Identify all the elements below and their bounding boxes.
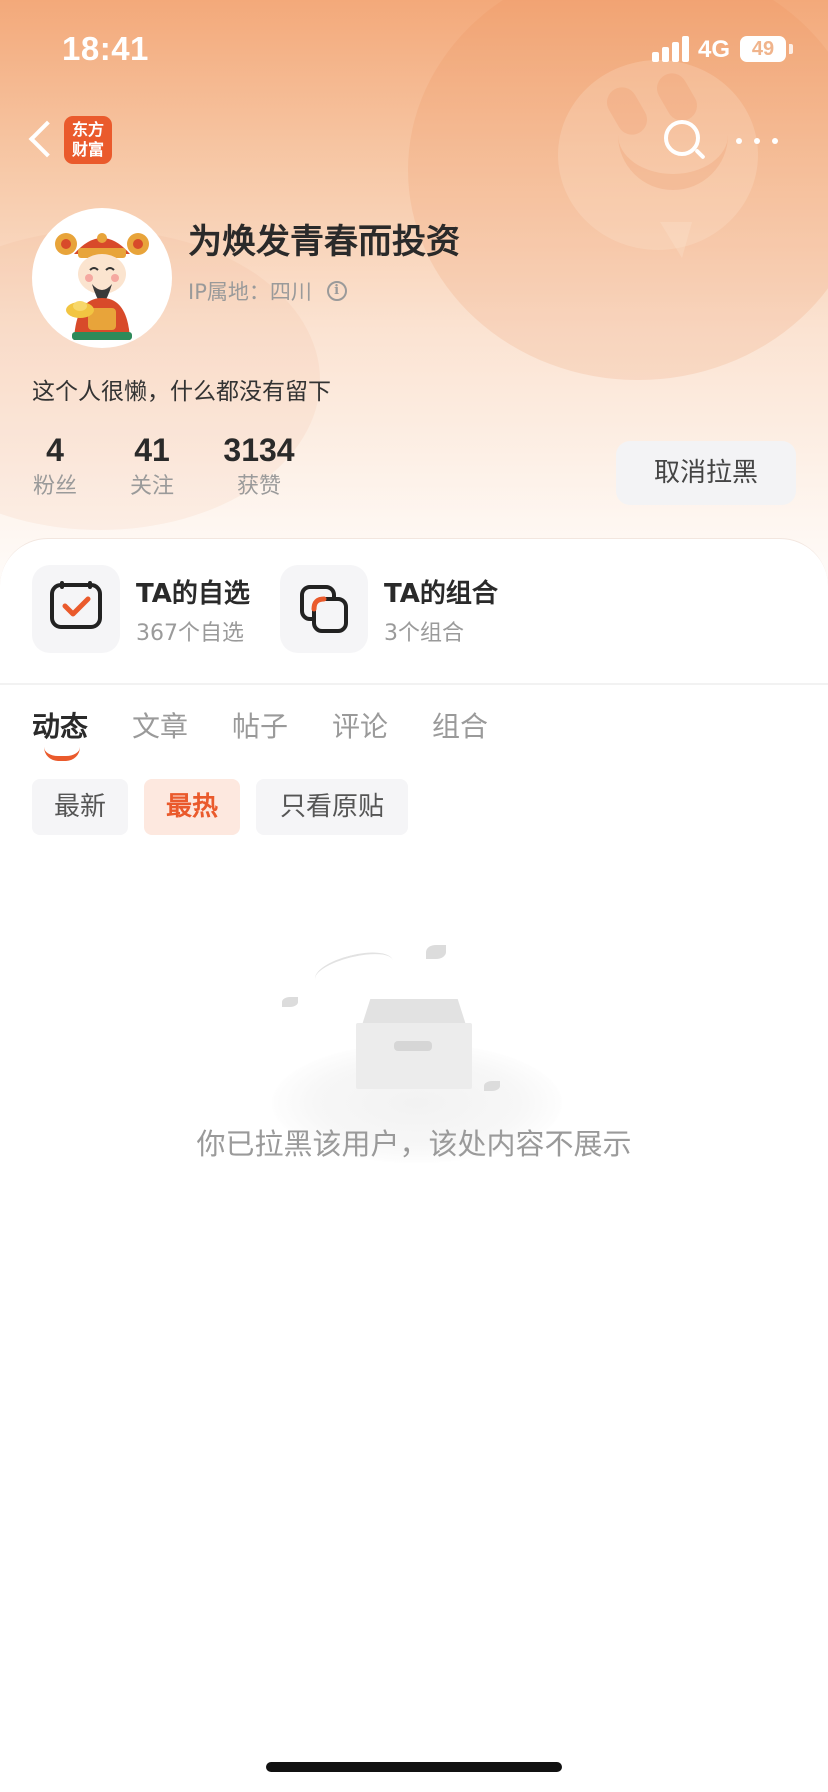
profile-bio: 这个人很懒，什么都没有留下 xyxy=(32,379,331,405)
tab-posts[interactable]: 帖子 xyxy=(232,705,288,745)
watchlist-title: TA的自选 xyxy=(136,579,250,609)
back-button[interactable] xyxy=(22,116,62,162)
god-of-wealth-avatar-icon xyxy=(55,233,149,340)
profile-name: 为焕发青春而投资 xyxy=(188,222,460,262)
cellular-signal-icon xyxy=(652,36,692,62)
box-body xyxy=(356,1023,472,1089)
stat-following[interactable]: 41 关注 xyxy=(124,430,180,504)
stat-likes[interactable]: 3134 获赞 xyxy=(220,430,298,504)
watchlist-check-icon xyxy=(32,565,120,653)
ip-location: IP属地：四川 i xyxy=(188,276,347,306)
empty-state-message: 你已拉黑该用户，该处内容不展示 xyxy=(196,1127,632,1161)
stat-value: 41 xyxy=(134,432,170,468)
content-sheet: TA的自选 367个自选 TA的组合 3个组合 动态 文章 帖子 评论 组合 最… xyxy=(0,538,828,1792)
portfolio-icon xyxy=(280,565,368,653)
info-icon[interactable]: i xyxy=(326,281,347,301)
brand-logo-line2: 财富 xyxy=(71,140,104,159)
filter-latest[interactable]: 最新 xyxy=(32,779,128,835)
search-icon-handle xyxy=(694,148,706,160)
top-nav: 东方 财富 xyxy=(0,104,828,176)
watchlist-link[interactable]: TA的自选 367个自选 xyxy=(32,565,272,653)
search-button[interactable] xyxy=(660,116,708,164)
stat-label: 粉丝 xyxy=(32,474,77,499)
portfolio-title: TA的组合 xyxy=(384,579,498,609)
empty-box-illustration xyxy=(258,943,568,1163)
status-bar: 18:41 4G 49 xyxy=(0,0,828,96)
brand-logo[interactable]: 东方 财富 xyxy=(64,116,112,164)
tab-articles[interactable]: 文章 xyxy=(132,705,188,745)
section-divider xyxy=(0,683,828,685)
stat-value: 3134 xyxy=(223,432,295,468)
stat-value: 4 xyxy=(46,432,64,468)
more-dots-icon xyxy=(772,138,778,144)
leaf-icon xyxy=(426,945,446,959)
more-button[interactable] xyxy=(730,124,786,156)
leaf-icon xyxy=(484,1081,500,1091)
unblock-button[interactable]: 取消拉黑 xyxy=(616,441,796,505)
watchlist-count: 367个自选 xyxy=(136,621,244,646)
tab-activity[interactable]: 动态 xyxy=(32,705,88,745)
battery-icon: 49 xyxy=(740,36,786,62)
battery-level: 49 xyxy=(751,38,775,60)
illustration-twig xyxy=(311,945,397,995)
status-time: 18:41 xyxy=(62,30,149,67)
tab-comments[interactable]: 评论 xyxy=(332,705,388,745)
stat-followers[interactable]: 4 粉丝 xyxy=(30,430,80,504)
tab-portfolios[interactable]: 组合 xyxy=(432,705,488,745)
brand-logo-line1: 东方 xyxy=(71,120,104,139)
filter-chips: 最新 最热 只看原贴 xyxy=(0,779,828,839)
box-lid xyxy=(362,999,466,1025)
battery-tip xyxy=(789,44,793,54)
leaf-icon xyxy=(282,997,298,1007)
portfolio-count: 3个组合 xyxy=(384,621,464,646)
filter-hot[interactable]: 最热 xyxy=(144,779,240,835)
chat-bubble-tail-decoration xyxy=(660,222,692,258)
active-tab-indicator xyxy=(44,747,80,761)
ip-location-text: IP属地：四川 xyxy=(188,280,312,304)
network-type: 4G xyxy=(698,36,731,63)
more-dots-icon xyxy=(736,138,742,144)
filter-original-only[interactable]: 只看原贴 xyxy=(256,779,408,835)
stat-label: 关注 xyxy=(129,474,174,499)
profile-page: 18:41 4G 49 东方 财富 为焕发青春而投资 IP属地：四川 i 这个人… xyxy=(0,0,828,1792)
home-indicator xyxy=(266,1762,562,1772)
more-dots-icon xyxy=(754,138,760,144)
portfolio-link[interactable]: TA的组合 3个组合 xyxy=(280,565,520,653)
stat-label: 获赞 xyxy=(236,474,281,499)
content-tabs: 动态 文章 帖子 评论 组合 xyxy=(0,699,828,771)
box-slot xyxy=(394,1041,432,1051)
avatar[interactable] xyxy=(32,208,172,348)
